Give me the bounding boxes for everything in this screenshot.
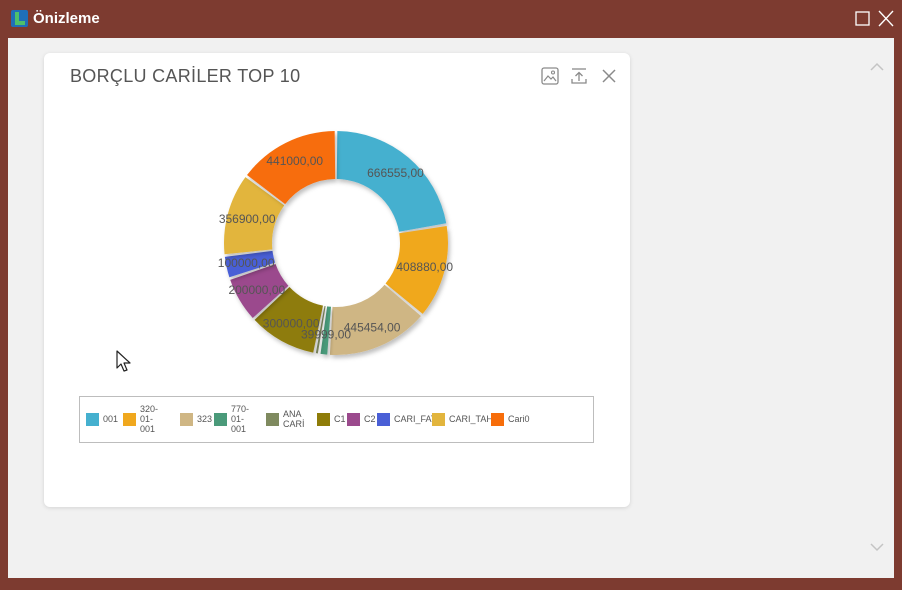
legend-swatch bbox=[214, 413, 227, 426]
legend-item[interactable]: ANA CARİ bbox=[266, 397, 317, 442]
legend-item[interactable]: CARI_TAH bbox=[432, 397, 493, 442]
maximize-button[interactable] bbox=[852, 6, 874, 30]
legend-label: C2 bbox=[364, 414, 376, 424]
window-title: Önizleme bbox=[33, 10, 100, 27]
legend-swatch bbox=[377, 413, 390, 426]
legend-label: Cari0 bbox=[508, 414, 530, 424]
slice-value-label: 666555,00 bbox=[367, 166, 424, 180]
legend-item[interactable]: 770- 01- 001 bbox=[214, 397, 266, 442]
legend-item[interactable]: C1 bbox=[317, 397, 347, 442]
legend-item[interactable]: 320- 01- 001 bbox=[123, 397, 180, 442]
legend-label: CARI_TAH bbox=[449, 414, 493, 424]
legend-label: 770- 01- 001 bbox=[231, 404, 250, 434]
slice-value-label: 408880,00 bbox=[396, 260, 453, 274]
slice-value-label: 200000,00 bbox=[228, 283, 285, 297]
slice-value-label: 445454,00 bbox=[344, 321, 401, 335]
legend-label: CARI_FAT bbox=[394, 414, 437, 424]
chevron-up-icon bbox=[870, 62, 884, 71]
donut-chart[interactable]: 666555,00408880,00445454,0039999,0030000… bbox=[44, 53, 630, 393]
window-bottom-border bbox=[0, 578, 902, 590]
legend-label: ANA CARİ bbox=[283, 409, 305, 429]
slice-value-label: 441000,00 bbox=[266, 154, 323, 168]
legend-item[interactable]: CARI_FAT bbox=[377, 397, 436, 442]
title-bar: Önizleme bbox=[0, 0, 902, 38]
chart-card: BORÇLU CARİLER TOP 10 666555,00 408880,0… bbox=[44, 53, 630, 507]
scroll-up-button[interactable] bbox=[868, 58, 886, 76]
legend-label: C1 bbox=[334, 414, 346, 424]
close-icon bbox=[878, 10, 894, 27]
legend-swatch bbox=[86, 413, 99, 426]
scroll-down-button[interactable] bbox=[868, 538, 886, 556]
legend-swatch bbox=[432, 413, 445, 426]
legend-label: 320- 01- 001 bbox=[140, 404, 159, 434]
chart-legend: 001 320- 01- 001 323 770- 01- 001 ANA CARİ C1 C2 CAR… bbox=[79, 396, 594, 443]
legend-swatch bbox=[491, 413, 504, 426]
chevron-down-icon bbox=[870, 543, 884, 552]
legend-swatch bbox=[180, 413, 193, 426]
legend-swatch bbox=[266, 413, 279, 426]
legend-item[interactable]: 001 bbox=[86, 397, 123, 442]
legend-swatch bbox=[123, 413, 136, 426]
maximize-icon bbox=[855, 11, 870, 26]
app-logo-icon bbox=[11, 10, 28, 27]
mouse-cursor-icon bbox=[115, 349, 133, 378]
legend-item[interactable]: Cari0 bbox=[491, 397, 541, 442]
legend-label: 001 bbox=[103, 414, 119, 424]
legend-swatch bbox=[347, 413, 360, 426]
slice-value-label: 100000,00 bbox=[218, 256, 275, 270]
legend-swatch bbox=[317, 413, 330, 426]
legend-item[interactable]: C2 bbox=[347, 397, 377, 442]
legend-label: 323 bbox=[197, 414, 213, 424]
close-window-button[interactable] bbox=[875, 6, 897, 30]
slice-value-label: 300000,00 bbox=[263, 316, 320, 330]
donut-slice-001[interactable] bbox=[336, 131, 447, 232]
slice-value-label: 356900,00 bbox=[219, 212, 276, 226]
legend-item[interactable]: 323 bbox=[180, 397, 214, 442]
preview-window: Önizleme BORÇLU CARİLER TOP 10 666555,00… bbox=[0, 0, 902, 590]
